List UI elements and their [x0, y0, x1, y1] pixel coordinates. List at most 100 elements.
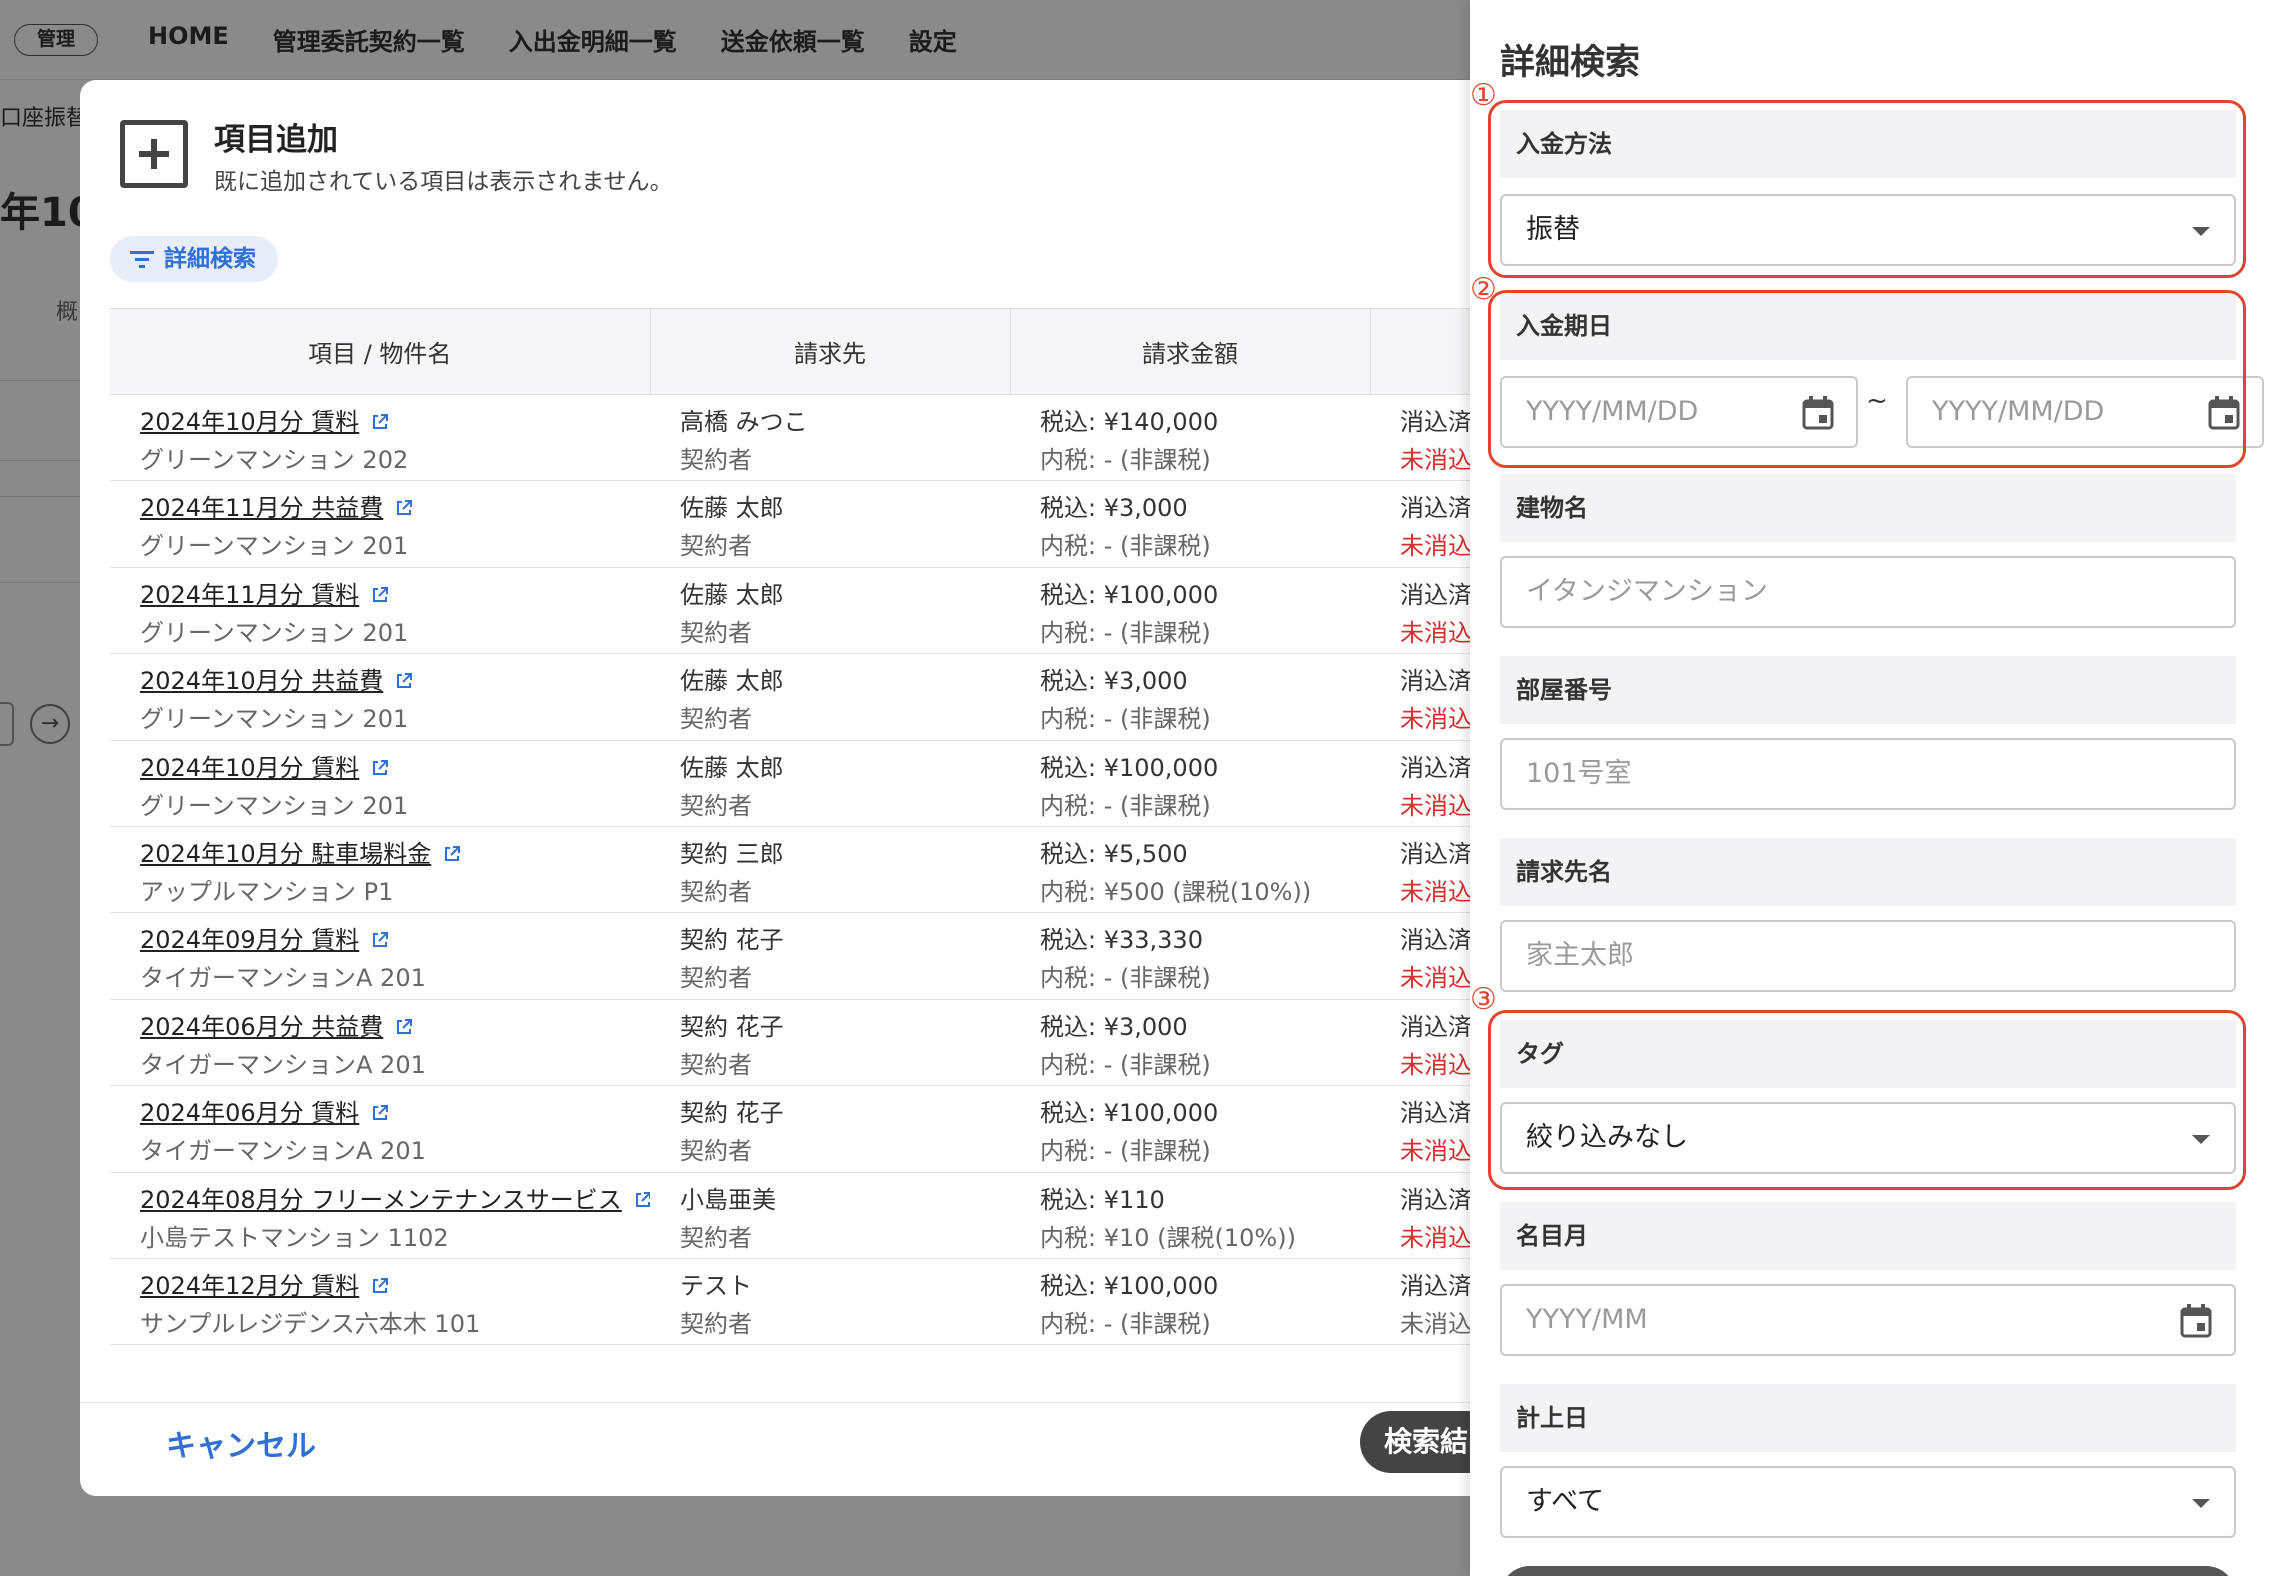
- billee-name: 佐藤 太郎: [680, 667, 784, 696]
- billee-cell: 契約 花子 契約者: [650, 999, 1010, 1087]
- amount-cell: 税込: ¥3,000 内税: - (非課税): [1010, 653, 1370, 741]
- property-name: 小島テストマンション 1102: [140, 1223, 449, 1252]
- table-row[interactable]: 2024年08月分 フリーメンテナンスサービス 小島テストマンション 1102 小島…: [110, 1172, 1510, 1259]
- external-link-icon[interactable]: [395, 672, 413, 690]
- cancel-button[interactable]: キャンセル: [166, 1421, 316, 1465]
- table-row[interactable]: 2024年10月分 共益費 グリーンマンション 201 佐藤 太郎 契約者 税込: ¥3…: [110, 653, 1510, 741]
- billee-role: 契約者: [680, 1050, 752, 1079]
- amount-tax: 内税: - (非課税): [1040, 446, 1211, 474]
- external-link-icon[interactable]: [371, 413, 389, 431]
- amount-incl-tax: 税込: ¥100,000: [1040, 1271, 1219, 1300]
- amount-incl-tax: 税込: ¥140,000: [1040, 408, 1219, 436]
- external-link-icon[interactable]: [371, 586, 389, 604]
- posting-date-select[interactable]: すべて: [1500, 1466, 2236, 1538]
- status-unreconciled: 未消込: [1400, 1050, 1472, 1079]
- advanced-search-drawer: 詳細検索 入金方法 振替 入金期日 YYYY/MM/DD ~ YYYY/MM/D…: [1470, 0, 2286, 1576]
- item-link[interactable]: 2024年10月分 賃料: [140, 408, 359, 436]
- billee-role: 契約者: [680, 618, 752, 647]
- billee-role: 契約者: [680, 964, 752, 993]
- item-link[interactable]: 2024年11月分 共益費: [140, 494, 383, 522]
- filter-icon: [130, 251, 154, 268]
- amount-tax: 内税: ¥10 (課税(10%)): [1040, 1223, 1296, 1252]
- external-link-icon[interactable]: [395, 499, 413, 517]
- billee-role: 契約者: [680, 705, 752, 734]
- item-cell: 2024年11月分 賃料グリーンマンション 201: [110, 567, 650, 655]
- table-row[interactable]: 2024年12月分 賃料 サンプルレジデンス六本木 101 テスト 契約者 税込: ¥1…: [110, 1258, 1510, 1346]
- amount-incl-tax: 税込: ¥3,000: [1040, 667, 1188, 696]
- amount-incl-tax: 税込: ¥3,000: [1040, 494, 1188, 523]
- external-link-icon[interactable]: [443, 845, 461, 863]
- table-row[interactable]: 2024年06月分 共益費 タイガーマンションA 201 契約 花子 契約者 税込: ¥…: [110, 999, 1510, 1087]
- annotation-box-3: [1488, 1010, 2246, 1190]
- billee-name: 佐藤 太郎: [680, 580, 784, 609]
- amount-incl-tax: 税込: ¥5,500: [1040, 839, 1188, 868]
- modal-subtitle: 既に追加されている項目は表示されません。: [214, 169, 673, 195]
- billee-name: 契約 花子: [680, 926, 784, 955]
- external-link-icon[interactable]: [371, 1104, 389, 1122]
- billee-cell: 契約 花子 契約者: [650, 1085, 1010, 1173]
- annotation-number-3: ③: [1470, 982, 1497, 1017]
- amount-tax: 内税: - (非課税): [1040, 532, 1211, 561]
- table-row[interactable]: 2024年09月分 賃料タイガーマンションA 201 契約 花子契約者 税込: ¥3…: [110, 912, 1510, 1000]
- item-cell: 2024年10月分 賃料 グリーンマンション 202: [110, 394, 650, 482]
- annotation-box-2: [1488, 290, 2246, 468]
- external-link-icon[interactable]: [395, 1018, 413, 1036]
- property-name: グリーンマンション 201: [140, 791, 409, 820]
- item-cell: 2024年09月分 賃料タイガーマンションA 201: [110, 912, 650, 1000]
- billee-cell: 小島亜美 契約者: [650, 1172, 1010, 1259]
- billee-name: 契約 三郎: [680, 839, 784, 868]
- billee-cell: 佐藤 太郎 契約者: [650, 567, 1010, 655]
- building-name-input[interactable]: イタンジマンション: [1500, 556, 2236, 628]
- item-link[interactable]: 2024年10月分 駐車場料金: [140, 840, 431, 868]
- room-number-input[interactable]: 101号室: [1500, 738, 2236, 810]
- advanced-search-button[interactable]: 詳細検索: [110, 236, 278, 282]
- table-row[interactable]: 2024年10月分 駐車場料金 アップルマンション P1 契約 三郎 契約者 税込: ¥…: [110, 826, 1510, 914]
- nominal-month-label: 名目月: [1500, 1202, 2236, 1270]
- item-link[interactable]: 2024年10月分 共益費: [140, 667, 383, 695]
- advanced-search-label: 詳細検索: [164, 246, 256, 272]
- external-link-icon[interactable]: [371, 759, 389, 777]
- property-name: グリーンマンション 201: [140, 532, 409, 561]
- calendar-icon[interactable]: [2180, 1304, 2212, 1338]
- property-name: タイガーマンションA 201: [140, 964, 426, 993]
- amount-cell: 税込: ¥110 内税: ¥10 (課税(10%)): [1010, 1172, 1370, 1259]
- status-reconciled: 消込済: [1400, 753, 1472, 782]
- table-row[interactable]: 2024年11月分 共益費 グリーンマンション 201 佐藤 太郎 契約者 税込: ¥3…: [110, 480, 1510, 568]
- external-link-icon[interactable]: [634, 1191, 650, 1209]
- table-row[interactable]: 2024年10月分 賃料 グリーンマンション 202 高橋 みつこ 契約者 税込: ¥1…: [110, 394, 1510, 482]
- table-row[interactable]: 2024年06月分 賃料 タイガーマンションA 201 契約 花子 契約者 税込: ¥1…: [110, 1085, 1510, 1173]
- external-link-icon[interactable]: [371, 1277, 389, 1295]
- item-cell: 2024年10月分 賃料グリーンマンション 201: [110, 740, 650, 827]
- property-name: グリーンマンション 201: [140, 618, 409, 647]
- status-reconciled: 消込済: [1400, 1185, 1472, 1214]
- item-link[interactable]: 2024年06月分 賃料: [140, 1099, 359, 1127]
- item-link[interactable]: 2024年09月分 賃料: [140, 926, 359, 954]
- amount-tax: 内税: ¥500 (課税(10%)): [1040, 877, 1312, 906]
- modal-title: 項目追加: [214, 122, 338, 158]
- item-link[interactable]: 2024年11月分 賃料: [140, 581, 359, 609]
- billee-role: 契約者: [680, 1309, 752, 1338]
- item-cell: 2024年08月分 フリーメンテナンスサービス 小島テストマンション 1102: [110, 1172, 650, 1259]
- amount-incl-tax: 税込: ¥33,330: [1040, 926, 1203, 955]
- billee-name: テスト: [680, 1271, 752, 1300]
- posting-date-value: すべて: [1526, 1486, 1605, 1517]
- status-unreconciled: 未消込: [1400, 1223, 1472, 1252]
- table-row[interactable]: 2024年11月分 賃料 グリーンマンション 201 佐藤 太郎 契約者 税込: ¥10…: [110, 567, 1510, 655]
- item-link[interactable]: 2024年06月分 共益費: [140, 1013, 383, 1041]
- amount-incl-tax: 税込: ¥3,000: [1040, 1012, 1188, 1041]
- items-table: 項目 / 物件名 請求先 請求金額 2024年10月分 賃料 グリーンマンション …: [110, 308, 1510, 1346]
- billee-name-input[interactable]: 家主太郎: [1500, 920, 2236, 992]
- item-link[interactable]: 2024年12月分 賃料: [140, 1272, 359, 1300]
- amount-incl-tax: 税込: ¥100,000: [1040, 580, 1219, 609]
- item-link[interactable]: 2024年10月分 賃料: [140, 754, 359, 782]
- billee-name: 佐藤 太郎: [680, 494, 784, 523]
- external-link-icon[interactable]: [371, 931, 389, 949]
- drawer-search-button[interactable]: [1500, 1566, 2236, 1576]
- status-unreconciled: 未消込: [1400, 791, 1472, 820]
- annotation-number-2: ②: [1470, 272, 1497, 307]
- item-link[interactable]: 2024年08月分 フリーメンテナンスサービス: [140, 1186, 622, 1214]
- add-item-modal: 項目追加 既に追加されている項目は表示されません。 詳細検索 項目 / 物件名 …: [80, 80, 1510, 1496]
- nominal-month-input[interactable]: YYYY/MM: [1500, 1284, 2236, 1356]
- amount-tax: 内税: - (非課税): [1040, 964, 1211, 993]
- table-row[interactable]: 2024年10月分 賃料 グリーンマンション 201 佐藤 太郎 契約者 税込: ¥10…: [110, 740, 1510, 827]
